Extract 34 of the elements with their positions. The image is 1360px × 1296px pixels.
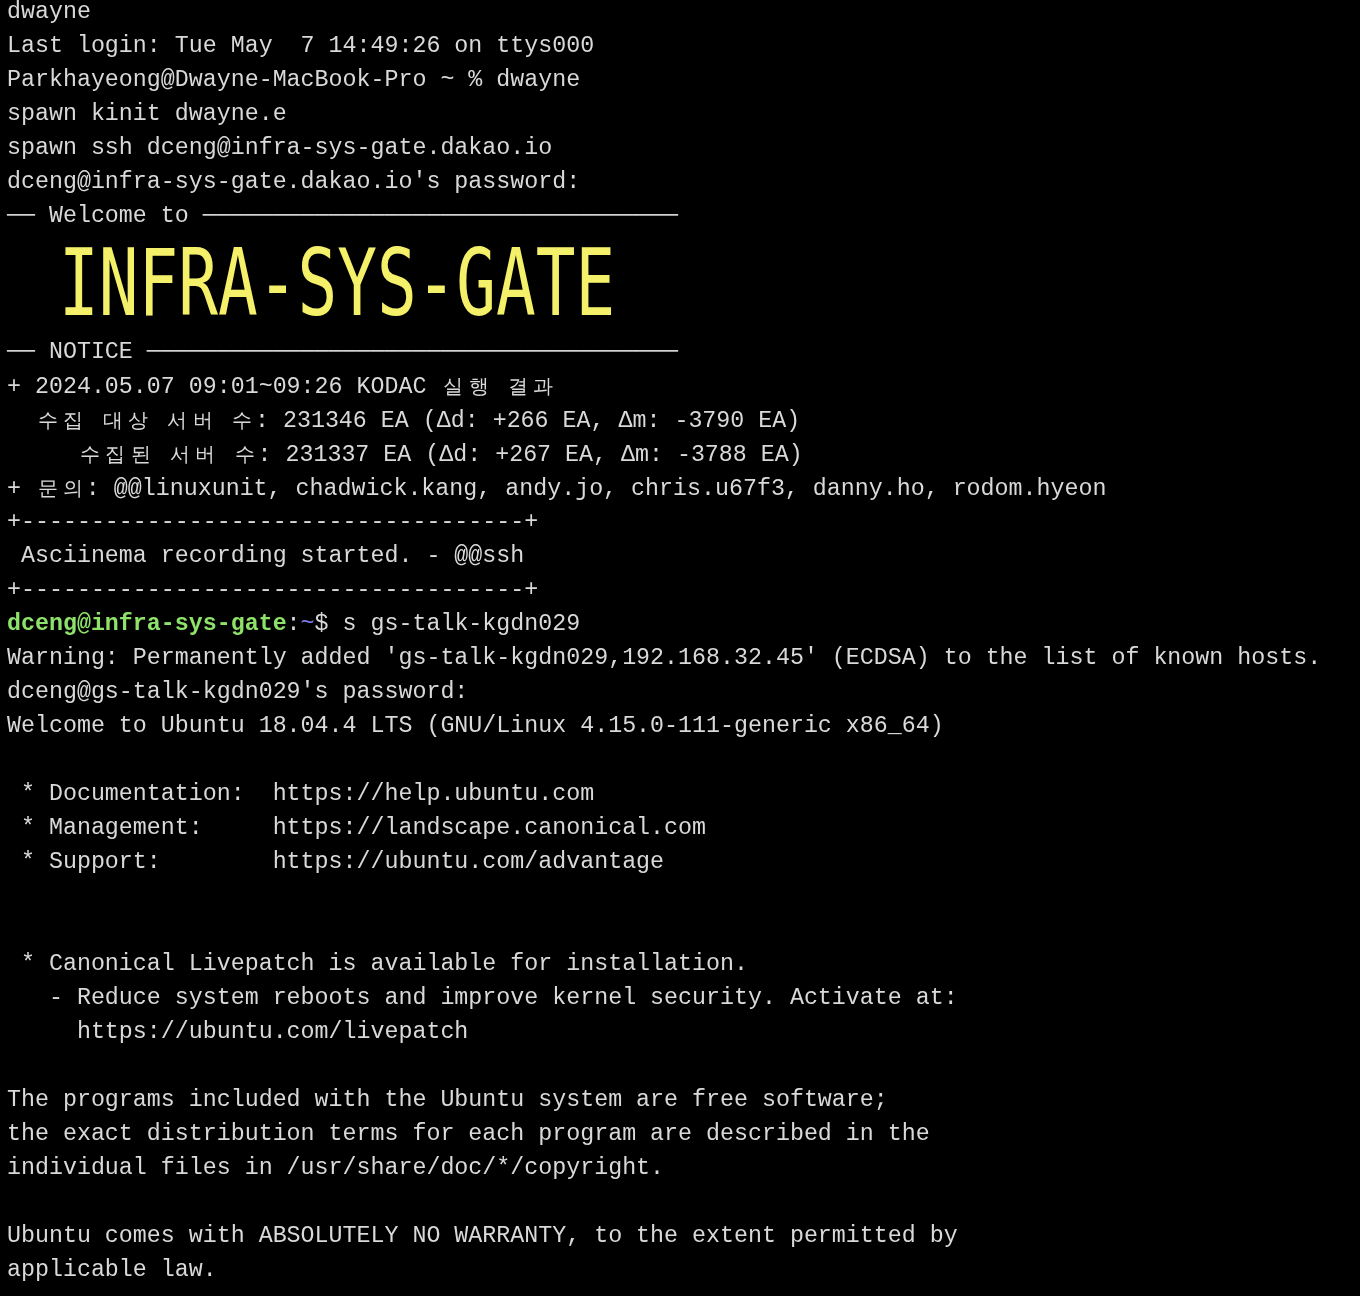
output-line: +------------------------------------+ (7, 509, 539, 535)
output-line: +------------------------------------+ (7, 577, 539, 603)
output-line: ── NOTICE ────────────────────────────────────── (7, 339, 679, 365)
output-line: + 문의: @@linuxunit, chadwick.kang, andy.jo, chris.u67f3, danny.ho, rodom.hyeon (7, 476, 1107, 502)
prompt-user: dceng@infra-sys-gate (7, 611, 287, 637)
output-line: dwayne (7, 0, 91, 25)
output-line: - Reduce system reboots and improve kernel security. Activate at: (47, 985, 958, 1011)
output-line: dceng@infra-sys-gate.dakao.io's password: (7, 169, 581, 195)
output-line: Asciinema recording started. - @@ssh (19, 543, 525, 569)
output-line: 수집 대상 서버 수: 231346 EA (Δd: +266 EA, Δm: -3790 EA) (36, 408, 801, 434)
prompt-path: ~ (300, 611, 315, 637)
output-line: * Canonical Livepatch is available for installation. (19, 951, 748, 977)
banner-text: INFRA-SYS-GATE (59, 235, 616, 333)
output-line: Ubuntu comes with ABSOLUTELY NO WARRANTY, to the extent permitted by (7, 1223, 958, 1249)
output-line: the exact distribution terms for each program are described in the (7, 1121, 930, 1147)
prompt-separator: : (286, 611, 301, 637)
output-line: Last login: Tue May 7 14:49:26 on ttys000 (7, 33, 595, 59)
output-line: Warning: Permanently added 'gs-talk-kgdn029,192.168.32.45' (ECDSA) to the list of known hosts. (7, 645, 1322, 671)
output-line: ── Welcome to ────────────────────────────────── (7, 203, 679, 229)
output-line: spawn kinit dwayne.e (7, 101, 287, 127)
output-line: The programs included with the Ubuntu system are free software; (7, 1087, 888, 1113)
output-line: + 2024.05.07 09:01~09:26 KODAC 실행 결과 (7, 374, 555, 400)
output-line: Parkhayeong@Dwayne-MacBook-Pro ~ % dwayne (7, 67, 581, 93)
command-text: $ s gs-talk-kgdn029 (314, 611, 581, 637)
output-line: dceng@gs-talk-kgdn029's password: (7, 679, 469, 705)
output-line: spawn ssh dceng@infra-sys-gate.dakao.io (7, 135, 553, 161)
output-line: * Documentation: https://help.ubuntu.com (19, 781, 595, 807)
output-line: 수집된 서버 수: 231337 EA (Δd: +267 EA, Δm: -3788 EA) (78, 442, 803, 468)
output-line: * Management: https://landscape.canonical.com (19, 815, 707, 841)
output-line: Welcome to Ubuntu 18.04.4 LTS (GNU/Linux 4.15.0-111-generic x86_64) (7, 713, 944, 739)
output-line: * Support: https://ubuntu.com/advantage (19, 849, 665, 875)
output-line: https://ubuntu.com/livepatch (75, 1019, 469, 1045)
output-line: applicable law. (7, 1257, 217, 1283)
output-line: individual files in /usr/share/doc/*/copyright. (7, 1155, 665, 1181)
